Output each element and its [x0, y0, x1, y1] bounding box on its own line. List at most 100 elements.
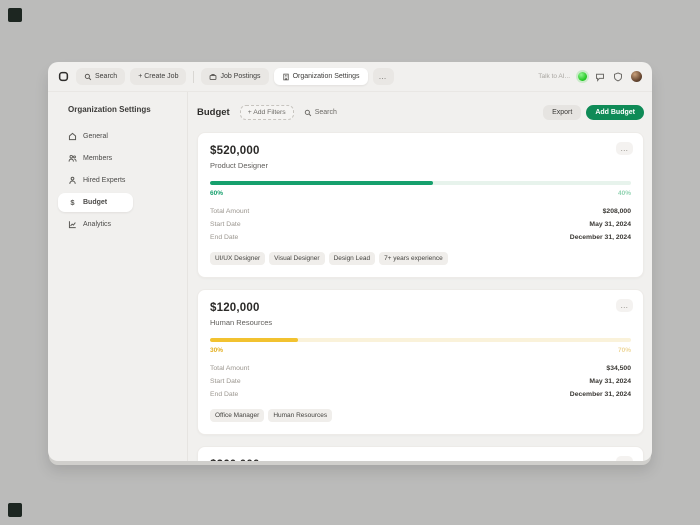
content-search-label: Search	[314, 109, 337, 116]
app-logo-icon[interactable]	[58, 71, 69, 82]
briefcase-icon	[209, 73, 217, 81]
budget-progress-fill	[210, 338, 299, 342]
budget-progress-fill	[210, 181, 434, 185]
percent-row: 30% 70%	[210, 347, 631, 354]
detail-label: Start Date	[210, 378, 241, 385]
percent-spent: 60%	[210, 190, 224, 197]
tag: UI/UX Designer	[210, 252, 266, 265]
chat-bubble-icon	[595, 72, 605, 82]
building-icon	[282, 73, 290, 81]
budget-progress-track	[210, 181, 631, 185]
detail-value: December 31, 2024	[569, 391, 631, 398]
topbar-more-button[interactable]: …	[372, 68, 394, 85]
percent-remaining: 70%	[617, 347, 631, 354]
organization-settings-tab[interactable]: Organization Settings	[273, 68, 368, 85]
tag: Human Resources	[268, 409, 333, 422]
detail-value: December 31, 2024	[569, 234, 631, 241]
app-window: Search + Create Job Job Postings Organiz…	[48, 62, 652, 461]
card-menu-button[interactable]: …	[616, 142, 633, 155]
detail-row: Start Date May 31, 2024	[210, 378, 631, 385]
topbar: Search + Create Job Job Postings Organiz…	[48, 62, 652, 92]
screen-corner-mark-top	[8, 8, 22, 22]
budget-card-product-designer: $520,000 Product Designer … 60% 40% Tota…	[197, 132, 644, 278]
sidebar-title: Organization Settings	[68, 105, 151, 114]
analytics-icon	[68, 220, 77, 229]
detail-label: End Date	[210, 391, 239, 398]
job-postings-tab[interactable]: Job Postings	[201, 68, 269, 85]
screen-corner-mark-bottom	[8, 503, 22, 517]
budget-progress-track	[210, 338, 631, 342]
percent-row: 60% 40%	[210, 190, 631, 197]
content-header: Budget + Add Filters Search Export Add B…	[189, 92, 652, 132]
detail-value: $34,500	[606, 365, 631, 372]
detail-row: End Date December 31, 2024	[210, 391, 631, 398]
detail-value: $208,000	[602, 208, 631, 215]
tag: Design Lead	[328, 252, 376, 265]
sidebar-item-label: Hired Experts	[83, 177, 126, 184]
sidebar-item-members[interactable]: Members	[58, 149, 122, 168]
detail-label: Start Date	[210, 221, 241, 228]
sidebar-item-general[interactable]: General	[58, 127, 118, 146]
tag-list: UI/UX Designer Visual Designer Design Le…	[210, 252, 631, 265]
budget-role: Human Resources	[210, 318, 273, 327]
add-budget-button[interactable]: Add Budget	[586, 105, 644, 120]
budget-card-brand-designer: $260,000 Brand Designer …	[197, 446, 644, 461]
tag: Visual Designer	[269, 252, 325, 265]
budget-amount: $260,000	[210, 459, 631, 461]
chat-button[interactable]	[595, 72, 605, 82]
sidebar-item-label: Analytics	[83, 221, 112, 228]
budget-card-human-resources: $120,000 Human Resources … 30% 70% Total…	[197, 289, 644, 435]
user-avatar[interactable]	[631, 71, 642, 82]
topbar-right: Talk to AI...	[538, 71, 642, 82]
topbar-divider	[193, 70, 195, 83]
budget-amount: $120,000	[210, 302, 260, 314]
sidebar-item-label: General	[83, 133, 108, 140]
search-button-label: Search	[95, 73, 118, 80]
topbar-more-label: …	[378, 72, 388, 81]
detail-label: End Date	[210, 234, 239, 241]
sidebar-item-hired-experts[interactable]: Hired Experts	[58, 171, 135, 190]
percent-spent: 30%	[210, 347, 224, 354]
sidebar-item-label: Members	[83, 155, 113, 162]
card-menu-button[interactable]: …	[616, 299, 633, 312]
budget-details: Total Amount $34,500 Start Date May 31, …	[210, 365, 631, 398]
ai-status-dot[interactable]	[578, 72, 587, 81]
home-icon	[68, 132, 77, 141]
create-job-button[interactable]: + Create Job	[130, 68, 187, 85]
detail-value: May 31, 2024	[589, 378, 631, 385]
sidebar: Organization Settings General Members Hi…	[48, 92, 188, 461]
page-title: Budget	[197, 107, 230, 118]
detail-row: Total Amount $208,000	[210, 208, 631, 215]
detail-label: Total Amount	[210, 208, 250, 215]
export-button[interactable]: Export	[543, 105, 582, 120]
dollar-icon: $	[70, 198, 75, 207]
shield-icon	[613, 71, 623, 82]
add-filters-button[interactable]: + Add Filters	[239, 105, 294, 120]
create-job-label: + Create Job	[138, 73, 179, 80]
notifications-button[interactable]	[613, 71, 623, 82]
header-actions: Export Add Budget	[543, 105, 644, 120]
detail-row: End Date December 31, 2024	[210, 234, 631, 241]
organization-settings-label: Organization Settings	[292, 73, 360, 80]
members-icon	[68, 154, 77, 163]
budget-card-list: $520,000 Product Designer … 60% 40% Tota…	[189, 132, 652, 461]
detail-row: Total Amount $34,500	[210, 365, 631, 372]
content-search-button[interactable]: Search	[304, 109, 337, 117]
detail-value: May 31, 2024	[589, 221, 631, 228]
talk-to-ai-label[interactable]: Talk to AI...	[538, 73, 570, 80]
card-menu-button[interactable]: …	[616, 456, 633, 461]
sidebar-item-analytics[interactable]: Analytics	[58, 215, 121, 234]
tag-list: Office Manager Human Resources	[210, 409, 631, 422]
detail-label: Total Amount	[210, 365, 250, 372]
budget-role: Product Designer	[210, 161, 268, 170]
budget-details: Total Amount $208,000 Start Date May 31,…	[210, 208, 631, 241]
search-icon	[84, 73, 92, 81]
percent-remaining: 40%	[617, 190, 631, 197]
budget-amount: $520,000	[210, 145, 260, 157]
sidebar-item-budget[interactable]: $ Budget	[58, 193, 134, 212]
sidebar-item-label: Budget	[83, 199, 108, 206]
tag: Office Manager	[210, 409, 265, 422]
search-button[interactable]: Search	[76, 68, 126, 85]
job-postings-label: Job Postings	[220, 73, 261, 80]
main-content: Budget + Add Filters Search Export Add B…	[189, 92, 652, 461]
